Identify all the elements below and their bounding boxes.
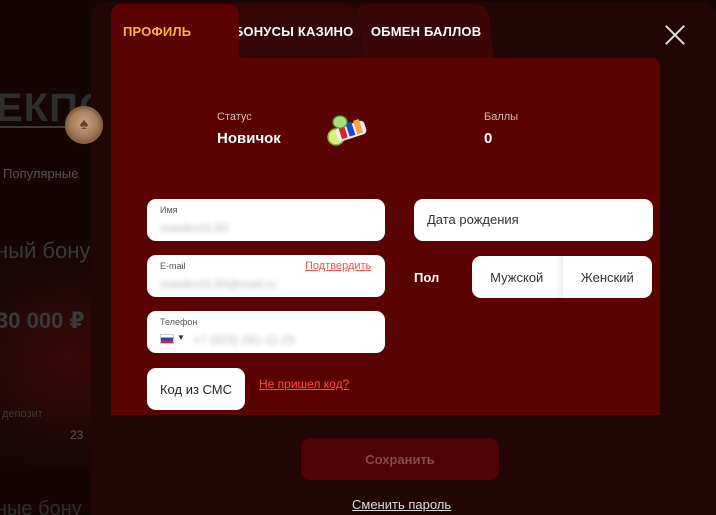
- change-password-link[interactable]: Сменить пароль: [352, 497, 451, 512]
- tab-profile[interactable]: ПРОФИЛЬ: [111, 4, 239, 62]
- gender-male-button[interactable]: Мужской: [472, 256, 563, 298]
- chevron-down-icon[interactable]: ▼: [177, 333, 185, 342]
- name-value: masiko15.93: [160, 221, 229, 235]
- tab-label: БОНУСЫ КАЗИНО: [233, 24, 354, 39]
- background-bottom-text: ные бону: [0, 498, 82, 515]
- status-value: Новичок: [217, 130, 281, 147]
- poker-chip-icon: ♠: [65, 106, 103, 144]
- sms-code-field[interactable]: Код из СМС: [147, 368, 245, 410]
- gender-label: Пол: [414, 270, 440, 285]
- points-value: 0: [484, 130, 493, 147]
- name-field[interactable]: Имя masiko15.93: [147, 199, 385, 241]
- points-label: Баллы: [484, 111, 519, 123]
- tab-label: ОБМЕН БАЛЛОВ: [370, 24, 482, 39]
- birthdate-placeholder: Дата рождения: [427, 212, 519, 227]
- background-small-number: 23: [70, 428, 84, 442]
- phone-value: +7 (923) 281-11-25: [193, 333, 296, 347]
- tab-points-exchange[interactable]: ОБМЕН БАЛЛОВ: [355, 4, 495, 62]
- russia-flag-icon[interactable]: [160, 334, 174, 344]
- background-bonus-text: ный бону: [0, 238, 91, 263]
- phone-field[interactable]: Телефон ▼ +7 (923) 281-11-25: [147, 311, 385, 353]
- gender-female-button[interactable]: Женский: [563, 256, 653, 298]
- gender-selector: Мужской Женский: [472, 256, 652, 298]
- background-tab-popular: Популярные: [3, 166, 79, 181]
- chips-stack-icon: [327, 115, 367, 146]
- phone-label: Телефон: [160, 317, 198, 327]
- email-value: masiko15.93@mail.ru: [160, 277, 277, 291]
- birthdate-field[interactable]: Дата рождения: [414, 199, 653, 241]
- resend-code-link[interactable]: Не пришел код?: [259, 377, 349, 391]
- email-label: E-mail: [160, 261, 186, 271]
- confirm-email-link[interactable]: Подтвердить: [305, 260, 371, 272]
- email-field[interactable]: E-mail masiko15.93@mail.ru Подтвердить: [147, 255, 385, 297]
- close-icon[interactable]: [664, 24, 686, 46]
- name-label: Имя: [160, 205, 178, 215]
- tab-label: ПРОФИЛЬ: [123, 24, 192, 39]
- save-button[interactable]: Сохранить: [301, 438, 499, 480]
- background-small-text: депозит: [2, 408, 43, 420]
- status-label: Статус: [217, 111, 252, 123]
- tab-casino-bonuses[interactable]: БОНУСЫ КАЗИНО: [219, 4, 365, 62]
- background-amount: 30 000 ₽: [0, 308, 85, 333]
